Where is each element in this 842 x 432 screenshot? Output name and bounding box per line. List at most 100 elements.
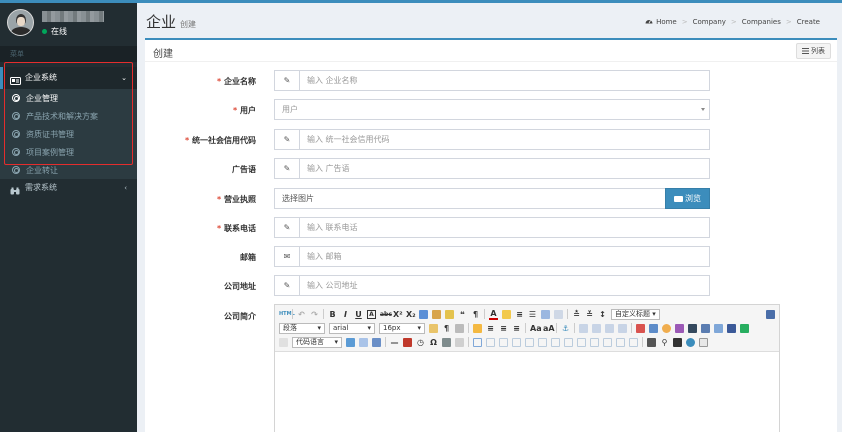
merge-cells-icon[interactable] [564,337,573,347]
align-right-icon[interactable]: ≡ [499,324,508,333]
image-center-icon[interactable] [618,323,627,333]
indent-icon[interactable] [455,323,464,333]
align-center-icon[interactable]: ≡ [486,324,495,333]
phone-field[interactable]: ✎ 输入 联系电话 [274,217,710,238]
drafts-icon[interactable] [699,337,708,347]
font-size-select[interactable]: 16px ▾ [379,322,425,334]
emotion-icon[interactable] [662,323,671,333]
user-select[interactable]: 用户 [274,99,710,120]
insert-video-icon[interactable] [688,323,697,333]
map-icon[interactable] [727,323,736,333]
image-none-icon[interactable] [579,323,588,333]
template-icon[interactable] [359,337,368,347]
print-icon[interactable] [647,337,656,347]
search-replace-icon[interactable] [673,337,682,347]
auto-format-icon[interactable] [445,309,454,319]
align-left-icon[interactable] [473,323,482,333]
font-color-icon[interactable]: A [489,309,498,320]
ordered-list-icon[interactable]: ≡ [515,310,524,319]
row-spacing-bottom-icon[interactable]: ≚ [585,310,594,319]
uppercase-icon[interactable]: Aa [530,324,542,333]
browse-button[interactable]: 浏览 [665,188,710,209]
html-source-icon[interactable]: HTML [279,311,295,317]
breadcrumb-home[interactable]: Home [656,18,677,26]
credit-code-field[interactable]: ✎ 输入 统一社会信用代码 [274,129,710,150]
page-break-icon[interactable] [346,337,355,347]
merge-down-icon[interactable] [590,337,599,347]
insert-paragraph-before-table-icon[interactable] [499,337,508,347]
align-justify-icon[interactable]: ≡ [512,324,521,333]
blockquote-icon[interactable]: ❝ [458,310,467,319]
border-text-icon[interactable]: A [367,309,376,319]
editor-content-area[interactable] [275,352,779,432]
underline-icon[interactable]: U [354,310,363,319]
split-rows-icon[interactable] [616,337,625,347]
sidebar-subitem-cases[interactable]: 项目案例管理 [0,143,137,161]
superscript-icon[interactable]: X² [393,310,403,319]
custom-title-select[interactable]: 自定义标题 ▾ [611,308,660,320]
license-file-input[interactable]: 选择图片 [274,188,667,209]
attachment-icon[interactable] [714,323,723,333]
split-cells-icon[interactable] [603,337,612,347]
gmap-icon[interactable] [740,323,749,333]
sidebar-item-demand-system[interactable]: 需求系统 ‹ [0,179,137,197]
paste-plain-icon[interactable]: ¶ [471,310,480,319]
strikethrough-icon[interactable]: abc [380,311,392,318]
snapscreen-icon[interactable] [455,337,464,347]
company-name-field[interactable]: ✎ 输入 企业名称 [274,70,710,91]
avatar[interactable] [7,9,34,36]
rtl-icon[interactable]: ¶ [442,324,451,333]
undo-icon[interactable]: ↶ [297,310,306,319]
code-language-select[interactable]: 代码语言 ▾ [292,336,342,348]
delete-row-icon[interactable] [525,337,534,347]
redo-icon[interactable]: ↷ [310,310,319,319]
delete-table-icon[interactable] [486,337,495,347]
sidebar-item-enterprise-system[interactable]: 企业系统 ⌄ [0,67,137,89]
sidebar-subitem-products[interactable]: 产品技术和解决方案 [0,107,137,125]
paragraph-select[interactable]: 段落 ▾ [279,322,325,334]
insert-frame-icon[interactable] [279,337,288,347]
font-family-select[interactable]: arial ▾ [329,322,375,334]
list-button[interactable]: 列表 [796,43,831,59]
address-field[interactable]: ✎ 输入 公司地址 [274,275,710,296]
row-spacing-top-icon[interactable]: ≛ [572,310,581,319]
image-right-icon[interactable] [605,323,614,333]
time-icon[interactable]: ◷ [416,338,425,347]
slogan-field[interactable]: ✎ 输入 广告语 [274,158,710,179]
clear-doc-icon[interactable] [554,309,563,319]
help-icon[interactable] [686,337,695,347]
format-match-icon[interactable] [419,309,428,319]
subscript-icon[interactable]: X₂ [406,310,416,319]
insert-image-icon[interactable] [649,323,658,333]
insert-table-icon[interactable] [473,337,482,347]
fullscreen-icon[interactable] [766,309,775,319]
breadcrumb-companies[interactable]: Companies [742,18,781,26]
scrawl-icon[interactable] [675,323,684,333]
anchor-icon[interactable]: ⚓ [561,324,570,333]
split-cols-icon[interactable] [629,337,638,347]
insert-row-icon[interactable] [512,337,521,347]
email-field[interactable]: ✉ 输入 邮箱 [274,246,710,267]
date-icon[interactable] [403,337,412,347]
lowercase-icon[interactable]: aA [543,324,555,333]
background-icon[interactable] [372,337,381,347]
music-icon[interactable] [701,323,710,333]
sidebar-subitem-transfer[interactable]: 企业转让 [0,161,137,179]
background-color-icon[interactable] [502,309,511,319]
image-left-icon[interactable] [592,323,601,333]
select-all-icon[interactable] [541,309,550,319]
sidebar-subitem-certificates[interactable]: 资质证书管理 [0,125,137,143]
merge-right-icon[interactable] [577,337,586,347]
sidebar-subitem-company-manage[interactable]: 企业管理 [0,89,137,107]
delete-col-icon[interactable] [551,337,560,347]
simple-upload-icon[interactable] [636,323,645,333]
line-height-icon[interactable]: ↕ [598,310,607,319]
bold-icon[interactable]: B [328,310,337,319]
wordimage-icon[interactable] [442,337,451,347]
insert-col-icon[interactable] [538,337,547,347]
eraser-icon[interactable] [432,309,441,319]
special-chars-icon[interactable]: Ω [429,338,438,347]
unordered-list-icon[interactable]: ☰ [528,310,537,319]
breadcrumb-company[interactable]: Company [693,18,726,26]
ltr-icon[interactable] [429,323,438,333]
